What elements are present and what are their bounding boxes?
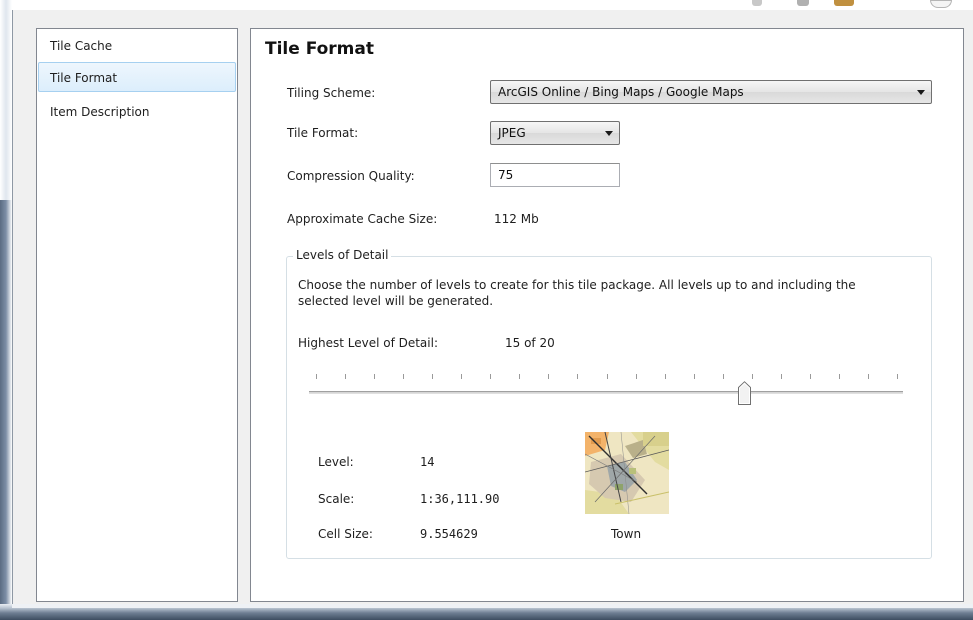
toolbar-fragment-icon xyxy=(752,0,762,6)
window-frame-bottom-edge xyxy=(12,604,973,608)
compression-quality-label: Compression Quality: xyxy=(287,169,415,183)
slider-tick xyxy=(781,374,782,379)
slider-tick xyxy=(839,374,840,379)
window-frame-left-highlight xyxy=(0,0,12,200)
highest-level-label: Highest Level of Detail: xyxy=(298,336,438,350)
toolbar-fragment-icon xyxy=(834,0,854,6)
cell-size-value: 9.554629 xyxy=(420,527,478,541)
slider-tick xyxy=(374,374,375,379)
compression-quality-input[interactable]: 75 xyxy=(490,163,620,187)
slider-tick xyxy=(752,374,753,379)
tiling-scheme-value: ArcGIS Online / Bing Maps / Google Maps xyxy=(498,85,744,99)
slider-tick xyxy=(432,374,433,379)
slider-tick xyxy=(810,374,811,379)
chevron-down-icon xyxy=(917,90,925,95)
level-label: Level: xyxy=(318,455,354,469)
levels-description: Choose the number of levels to create fo… xyxy=(298,278,856,308)
level-slider-track[interactable] xyxy=(309,391,903,394)
toolbar-fragment-icon xyxy=(797,0,809,6)
nav-item-tile-format[interactable]: Tile Format xyxy=(38,62,236,92)
cache-size-label: Approximate Cache Size: xyxy=(287,212,438,226)
scale-value: 1:36,111.90 xyxy=(420,492,500,506)
slider-tick xyxy=(461,374,462,379)
levels-of-detail-legend: Levels of Detail xyxy=(293,248,392,262)
tiling-scheme-dropdown[interactable]: ArcGIS Online / Bing Maps / Google Maps xyxy=(490,80,932,104)
level-value: 14 xyxy=(420,455,435,469)
tile-format-value: JPEG xyxy=(498,126,526,140)
tiling-scheme-label: Tiling Scheme: xyxy=(287,86,376,100)
map-thumbnail-caption: Town xyxy=(611,527,642,541)
cache-size-value: 112 Mb xyxy=(494,212,539,226)
chevron-down-icon xyxy=(605,131,613,136)
slider-tick xyxy=(897,374,898,379)
slider-tick xyxy=(548,374,549,379)
highest-level-value: 15 of 20 xyxy=(505,336,555,350)
map-thumbnail-image xyxy=(585,432,669,514)
slider-tick xyxy=(519,374,520,379)
slider-tick xyxy=(868,374,869,379)
slider-tick xyxy=(723,374,724,379)
level-slider-thumb[interactable] xyxy=(737,381,752,406)
nav-item-item-description[interactable]: Item Description xyxy=(38,96,236,126)
help-icon[interactable] xyxy=(930,0,952,8)
slider-tick xyxy=(316,374,317,379)
cell-size-label: Cell Size: xyxy=(318,527,373,541)
slider-tick xyxy=(345,374,346,379)
page-navigation-list: Tile Cache Tile Format Item Description xyxy=(36,28,238,602)
nav-item-tile-cache[interactable]: Tile Cache xyxy=(38,30,236,60)
slider-tick xyxy=(665,374,666,379)
slider-tick xyxy=(607,374,608,379)
page-title: Tile Format xyxy=(265,39,374,59)
tile-format-dropdown[interactable]: JPEG xyxy=(490,121,620,145)
slider-tick xyxy=(577,374,578,379)
slider-tick xyxy=(694,374,695,379)
slider-tick xyxy=(403,374,404,379)
slider-tick xyxy=(490,374,491,379)
slider-tick xyxy=(636,374,637,379)
tile-format-label: Tile Format: xyxy=(287,126,359,140)
scale-label: Scale: xyxy=(318,492,355,506)
